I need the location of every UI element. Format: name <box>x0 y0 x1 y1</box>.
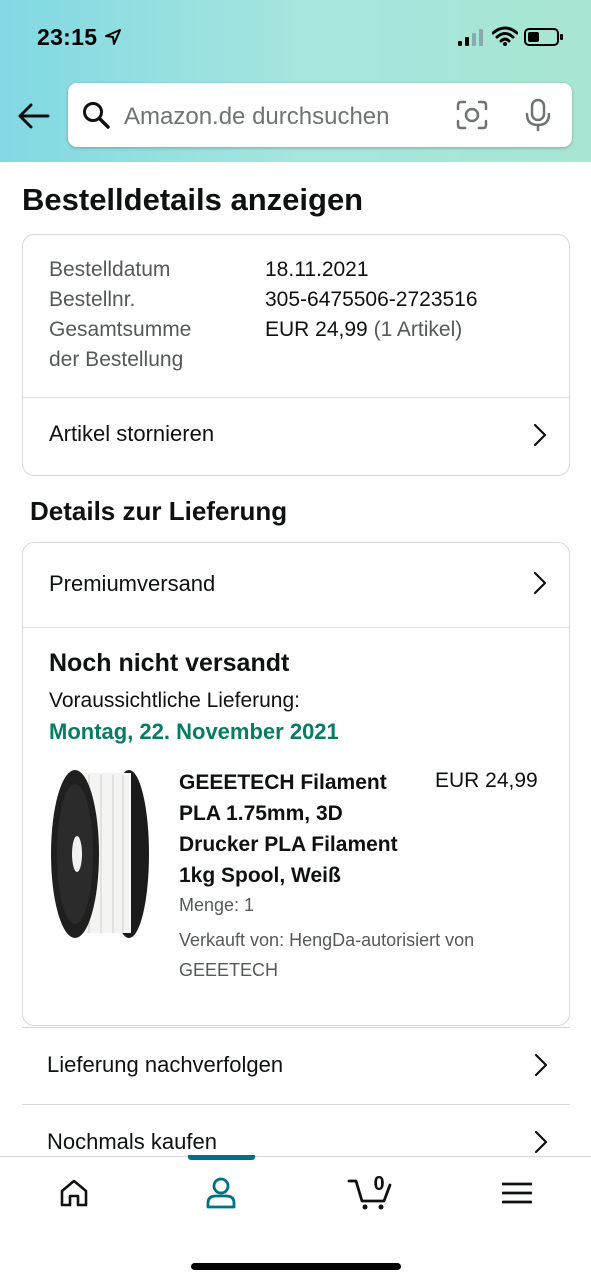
wifi-icon <box>492 26 518 46</box>
product-quantity: Menge: 1 <box>179 895 255 915</box>
product-title-line: 1kg Spool, Weiß <box>179 864 341 887</box>
home-icon <box>60 1179 88 1207</box>
chevron-right-icon <box>533 423 547 447</box>
back-arrow-icon <box>18 103 50 129</box>
order-total-label-line2: der Bestellung <box>49 348 184 371</box>
track-delivery-row[interactable]: Lieferung nachverfolgen <box>22 1027 570 1105</box>
shipment-status: Noch nicht versandt <box>49 649 290 677</box>
seller-line: Verkauft von: HengDa-autorisiert von <box>179 930 475 950</box>
status-time: 23:15 <box>37 24 98 50</box>
product-price: EUR 24,99 <box>435 769 538 792</box>
nav-account[interactable] <box>181 1157 261 1229</box>
nav-home[interactable] <box>34 1157 114 1229</box>
shipping-method-row[interactable]: Premiumversand <box>23 543 569 627</box>
account-icon <box>206 1177 236 1209</box>
chevron-right-icon <box>533 571 547 595</box>
search-bar[interactable]: Amazon.de durchsuchen <box>68 83 572 147</box>
product-title-line: GEEETECH Filament <box>179 771 387 794</box>
nav-menu[interactable] <box>477 1157 557 1229</box>
shipping-method-label: Premiumversand <box>49 571 216 596</box>
order-item-count: (1 Artikel) <box>373 318 463 341</box>
cart-icon <box>347 1179 392 1210</box>
nav-cart[interactable] <box>330 1157 410 1229</box>
product-title[interactable]: GEEETECH Filament PLA 1.75mm, 3D Drucker… <box>179 767 429 891</box>
search-input[interactable]: Amazon.de durchsuchen <box>124 103 390 131</box>
order-total-amount: EUR 24,99 <box>265 318 368 341</box>
chevron-right-icon <box>534 1130 548 1154</box>
cellular-signal-icon <box>458 29 483 46</box>
seller-line: GEEETECH <box>179 960 279 980</box>
order-summary-card: Bestelldatum 18.11.2021 Bestellnr. 305-6… <box>22 234 570 476</box>
expected-delivery-date: Montag, 22. November 2021 <box>49 719 339 744</box>
cart-count-badge: 0 <box>373 1173 385 1195</box>
chevron-right-icon <box>534 1053 548 1077</box>
order-date-value: 18.11.2021 <box>265 258 369 281</box>
back-button[interactable] <box>14 98 54 134</box>
camera-search-icon[interactable] <box>456 100 488 130</box>
delivery-section-title: Details zur Lieferung <box>30 496 288 526</box>
bottom-nav: 0 <box>0 1155 591 1280</box>
product-title-line: PLA 1.75mm, 3D <box>179 802 343 825</box>
location-arrow-icon <box>105 29 121 45</box>
menu-icon <box>502 1182 532 1204</box>
product-image[interactable] <box>49 767 155 941</box>
buy-again-label: Nochmals kaufen <box>47 1129 217 1154</box>
order-number-value: 305-6475506-2723516 <box>265 288 478 311</box>
order-total-value: EUR 24,99 (1 Artikel) <box>265 315 462 345</box>
order-date-label: Bestelldatum <box>49 258 171 281</box>
cancel-items-row[interactable]: Artikel stornieren <box>23 398 569 470</box>
app-header: 23:15 Amazon.de durchsuchen <box>0 0 591 162</box>
order-number-label: Bestellnr. <box>49 288 136 311</box>
divider <box>23 627 569 628</box>
track-delivery-label: Lieferung nachverfolgen <box>47 1052 284 1077</box>
expected-delivery-label: Voraussichtliche Lieferung: <box>49 689 300 712</box>
status-bar: 23:15 <box>0 0 591 70</box>
delivery-card: Premiumversand Noch nicht versandt Vorau… <box>22 542 570 1026</box>
page-title: Bestelldetails anzeigen <box>22 182 364 217</box>
cancel-items-label: Artikel stornieren <box>49 421 215 446</box>
home-indicator[interactable] <box>191 1263 401 1270</box>
microphone-icon[interactable] <box>524 98 552 132</box>
battery-icon <box>524 28 563 46</box>
order-total-label: Gesamtsumme <box>49 318 192 341</box>
search-icon <box>83 102 110 129</box>
product-seller: Verkauft von: HengDa-autorisiert von GEE… <box>179 925 539 985</box>
product-title-line: Drucker PLA Filament <box>179 833 398 856</box>
